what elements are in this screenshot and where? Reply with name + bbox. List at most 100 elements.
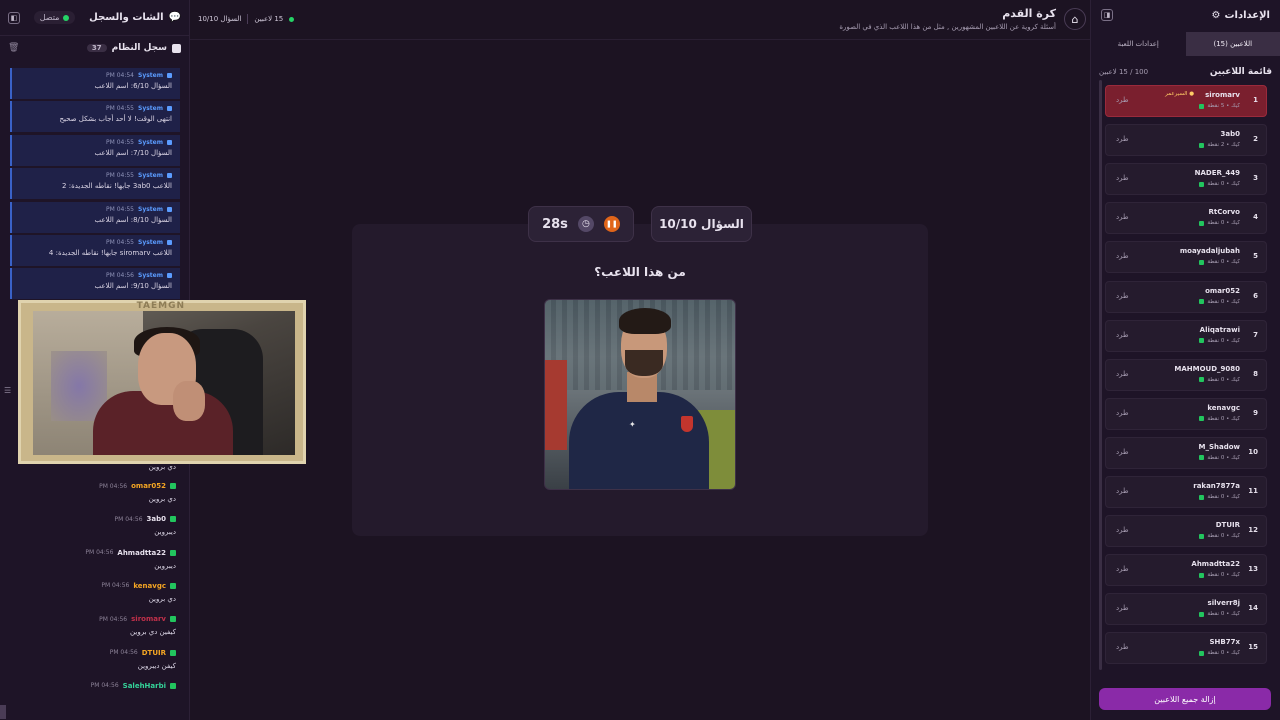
player-points: كيك • 5 نقطة bbox=[1207, 103, 1240, 109]
pause-icon[interactable]: ❚❚ bbox=[603, 216, 620, 232]
player-rank: 8 bbox=[1253, 369, 1258, 378]
kick-player-button[interactable]: طرد bbox=[1116, 292, 1129, 300]
connection-status-label: متصل bbox=[39, 13, 60, 22]
message-text: اللاعب siromarv جابها! نقاطه الجديدة: 4 bbox=[48, 249, 172, 257]
settings-header: ◨ الإعدادات ⚙ bbox=[1091, 0, 1280, 30]
player-row: 7 Aliqatrawi كيك • 0 نقطة طرد bbox=[1105, 319, 1267, 352]
kick-player-button[interactable]: طرد bbox=[1116, 252, 1129, 260]
message-text: كيفن ديبروين bbox=[137, 661, 176, 670]
player-points-wrap: كيك • 0 نقطة bbox=[1199, 220, 1240, 226]
player-rank: 14 bbox=[1248, 604, 1258, 613]
player-points: كيك • 0 نقطة bbox=[1207, 454, 1240, 461]
timer-seconds: 28s bbox=[542, 216, 568, 232]
question-number-pill: السؤال 10/10 bbox=[651, 206, 752, 242]
settings-tabs: إعدادات اللعبة اللاعبين (15) bbox=[1091, 32, 1280, 56]
tab-game-settings[interactable]: إعدادات اللعبة bbox=[1091, 32, 1186, 56]
message-sender: System bbox=[138, 272, 163, 280]
message-user[interactable]: omar052 bbox=[131, 482, 166, 490]
kick-player-button[interactable]: طرد bbox=[1116, 213, 1129, 221]
message-sender: System bbox=[138, 105, 163, 113]
system-icon bbox=[167, 173, 172, 179]
player-points-wrap: كيك • 0 نقطة bbox=[1199, 533, 1240, 539]
player-points: كيك • 2 نقطة bbox=[1207, 142, 1240, 149]
player-photo: ✦ bbox=[544, 299, 736, 490]
kick-player-button[interactable]: طرد bbox=[1116, 96, 1129, 104]
collapse-settings-button[interactable]: ◨ bbox=[1101, 9, 1113, 21]
home-button[interactable]: ⌂ bbox=[1064, 8, 1086, 30]
drag-handle-icon[interactable]: ☰ bbox=[4, 386, 14, 396]
message-meta: PM 04:55 System bbox=[20, 139, 172, 146]
game-header: 15 لاعبين السؤال 10/10 كرة القدم أسئلة ك… bbox=[190, 0, 1090, 40]
kick-player-button[interactable]: طرد bbox=[1116, 135, 1129, 143]
message-time: PM 04:56 bbox=[109, 649, 138, 656]
message-user[interactable]: DTUIR bbox=[142, 649, 166, 657]
player-row: 14 silverr8j كيك • 0 نقطة طرد bbox=[1105, 593, 1267, 626]
player-rank: 12 bbox=[1248, 526, 1258, 535]
kick-player-button[interactable]: طرد bbox=[1116, 331, 1129, 339]
remove-all-players-button[interactable]: إزالة جميع اللاعبين bbox=[1099, 688, 1271, 710]
message-text: اللاعب 3ab0 جابها! نقاطه الجديدة: 2 bbox=[62, 182, 172, 191]
message-time: PM 04:55 bbox=[106, 138, 134, 146]
kick-player-button[interactable]: طرد bbox=[1116, 448, 1129, 456]
kick-player-button[interactable]: طرد bbox=[1116, 487, 1129, 495]
team-crest-icon bbox=[681, 416, 693, 432]
message-user[interactable]: kenavgc bbox=[133, 582, 166, 590]
player-points: كيك • 0 نقطة bbox=[1207, 533, 1240, 540]
message-user[interactable]: siromarv bbox=[131, 615, 166, 623]
player-points-wrap: كيك • 0 نقطة bbox=[1199, 611, 1240, 617]
message-text: دي بروين bbox=[148, 594, 176, 603]
kick-platform-icon bbox=[1199, 259, 1205, 265]
message-time: PM 04:56 bbox=[106, 272, 134, 280]
player-name: kenavgc bbox=[1207, 403, 1240, 412]
kick-player-button[interactable]: طرد bbox=[1116, 643, 1129, 651]
kick-player-button[interactable]: طرد bbox=[1116, 565, 1129, 573]
kick-player-button[interactable]: طرد bbox=[1116, 174, 1129, 182]
clock-icon: ◷ bbox=[577, 216, 594, 232]
player-points-wrap: كيك • 5 نقطة bbox=[1199, 103, 1240, 109]
kick-platform-icon bbox=[1199, 181, 1205, 187]
player-rank: 13 bbox=[1248, 565, 1258, 574]
player-points: كيك • 0 نقطة bbox=[1207, 572, 1240, 579]
system-icon bbox=[167, 240, 172, 245]
player-rank: 10 bbox=[1248, 447, 1258, 456]
trash-icon[interactable]: 🗑 bbox=[8, 43, 19, 53]
system-message: PM 04:55 System السؤال 8/10: اسم اللاعب bbox=[10, 201, 180, 233]
kick-platform-icon bbox=[1199, 377, 1205, 383]
player-rank: 5 bbox=[1253, 252, 1258, 261]
message-user[interactable]: SalehHarbi bbox=[123, 682, 166, 690]
message-time: PM 04:55 bbox=[106, 239, 134, 246]
message-meta: PM 04:56 Ahmadtta22 bbox=[10, 549, 176, 557]
game-status: 15 لاعبين السؤال 10/10 bbox=[198, 14, 295, 24]
kick-platform-icon bbox=[1199, 220, 1205, 226]
system-log-title: سجل النظام bbox=[111, 43, 167, 53]
scrollbar[interactable] bbox=[1099, 80, 1102, 670]
player-row: 10 M_Shadow كيك • 0 نقطة طرد bbox=[1105, 436, 1267, 469]
live-dot-icon bbox=[289, 16, 295, 22]
kick-platform-icon bbox=[170, 582, 176, 589]
system-icon bbox=[167, 106, 172, 112]
tab-players[interactable]: اللاعبين (15) bbox=[1185, 32, 1280, 56]
kick-player-button[interactable]: طرد bbox=[1116, 370, 1129, 378]
collapse-chat-button[interactable]: ◧ bbox=[8, 11, 20, 24]
kick-player-button[interactable]: طرد bbox=[1116, 604, 1129, 612]
player-row: 4 RtCorvo كيك • 0 نقطة طرد bbox=[1105, 202, 1267, 235]
kick-player-button[interactable]: طرد bbox=[1116, 526, 1129, 534]
players-count: 15 لاعبين bbox=[254, 15, 284, 23]
message-user[interactable]: 3ab0 bbox=[147, 515, 166, 523]
kick-player-button[interactable]: طرد bbox=[1116, 409, 1129, 417]
system-message: PM 04:55 System اللاعب siromarv جابها! نقا… bbox=[10, 235, 180, 266]
message-meta: PM 04:56 siromarv bbox=[10, 615, 176, 623]
player-points: كيك • 0 نقطة bbox=[1207, 181, 1240, 188]
game-subtitle: أسئلة كروية عن اللاعبين المشهورين , مثل … bbox=[839, 23, 1056, 31]
message-meta: PM 04:56 SalehHarbi bbox=[10, 682, 176, 690]
message-meta: PM 04:56 3ab0 bbox=[10, 515, 176, 523]
player-points-wrap: كيك • 0 نقطة bbox=[1199, 650, 1240, 656]
player-name: Aliqatrawi bbox=[1199, 325, 1240, 334]
bottom-tab[interactable] bbox=[0, 705, 6, 719]
system-message: PM 04:55 System انتهى الوقت! لا أحد أجاب ب… bbox=[10, 101, 180, 133]
message-time: PM 04:55 bbox=[106, 105, 134, 113]
player-points-wrap: كيك • 0 نقطة bbox=[1199, 181, 1240, 187]
message-user[interactable]: Ahmadtta22 bbox=[117, 549, 166, 557]
message-meta: PM 04:54 System bbox=[20, 72, 172, 79]
kick-platform-icon bbox=[170, 549, 176, 556]
